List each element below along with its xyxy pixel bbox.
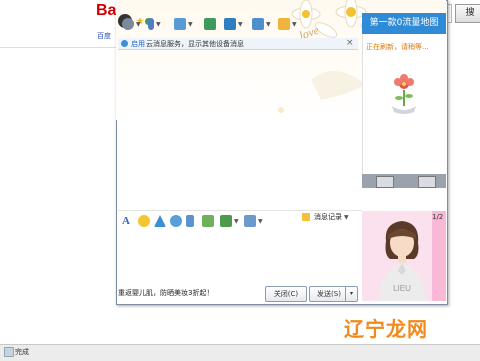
send-options-button[interactable]: ▾ [345,286,358,302]
message-history[interactable] [118,50,361,205]
close-button[interactable]: 关闭(C) [265,286,307,302]
microphone-icon [148,18,154,30]
status-text: 完成 [15,348,29,356]
emoji-icon [138,215,150,227]
chevron-down-icon: ▼ [238,20,243,28]
screen-icon [174,18,186,30]
transfer-icon [224,18,236,30]
voice-message-button[interactable] [186,213,194,229]
share-screen-button[interactable]: ▼ [174,16,193,32]
remote-icon [252,18,264,30]
chat-tools-row: ▼ ▼ ▼ ▼ ▼ ▼ [118,16,358,34]
more-apps-button[interactable]: ▼ [278,16,297,32]
message-record-button[interactable]: 消息记录 ▼ [314,212,349,222]
remote-assist-button[interactable]: ▼ [252,16,271,32]
chevron-down-icon: ▼ [188,20,193,28]
chevron-down-icon: ▼ [266,20,271,28]
shake-icon [154,215,166,227]
image-icon [220,215,232,227]
chevron-down-icon: ▼ [136,20,141,28]
avatar-shirt-text: LIEU [393,284,411,293]
chevron-down-icon: ▼ [156,20,161,28]
font-icon: A [122,215,130,227]
emoji-button[interactable] [138,213,150,229]
enable-cloud-link[interactable]: 启用 [131,39,145,49]
notice-close-icon[interactable]: × [346,38,354,48]
search-button[interactable]: 搜 [455,4,480,23]
more-icon [278,18,290,30]
voice-icon [186,215,194,227]
voice-call-button[interactable]: ▼ [148,16,161,32]
message-record-label: 消息记录 [314,213,342,221]
screenshot-button[interactable] [202,213,214,229]
record-icon [302,213,310,221]
camera-icon [122,18,134,30]
screenshot-icon [202,215,214,227]
notice-text: 云消息服务，显示其他设备消息 [146,40,244,48]
scrawl-icon [170,215,182,227]
browser-status-bar [0,344,480,361]
send-image-button[interactable]: ▼ [220,213,239,229]
chevron-down-icon: ▼ [258,217,263,225]
site-watermark: 辽宁龙网 [344,317,428,341]
chevron-down-icon: ▼ [234,217,239,225]
font-button[interactable]: A [122,213,130,229]
music-button[interactable]: ▼ [244,213,263,229]
loading-flower-icon [392,74,416,114]
chevron-down-icon: ▼ [292,20,297,28]
ad-loading-text: 正在刷新，请稍等... [366,43,429,51]
app-button[interactable] [204,16,216,32]
ad-next-button[interactable] [418,176,436,188]
scrawl-button[interactable] [170,213,182,229]
chevron-down-icon: ▼ [344,214,349,221]
message-input[interactable] [118,228,362,282]
transfer-file-button[interactable]: ▼ [224,16,243,32]
avatar-page-counter: 1/2 [432,213,444,221]
page-status-icon [4,347,14,357]
avatar-show-panel[interactable]: LIEU [362,211,446,301]
info-icon [121,40,128,47]
baidu-link[interactable]: 百度 [97,31,111,41]
send-button[interactable]: 发送(S) [309,286,349,302]
browser-content-divider [0,47,120,348]
ad-prev-button[interactable] [376,176,394,188]
baidu-logo: Ba [96,2,117,19]
ad-text-link[interactable]: 重返婴儿肌，防晒美妆3折起！ [118,288,213,298]
app-icon [204,18,216,30]
shake-button[interactable] [154,213,166,229]
ad-title[interactable]: 第一款0流量地图 [362,13,446,34]
avatar-show-image: LIEU [362,211,446,301]
music-icon [244,215,256,227]
video-button[interactable]: ▼ [122,16,141,32]
